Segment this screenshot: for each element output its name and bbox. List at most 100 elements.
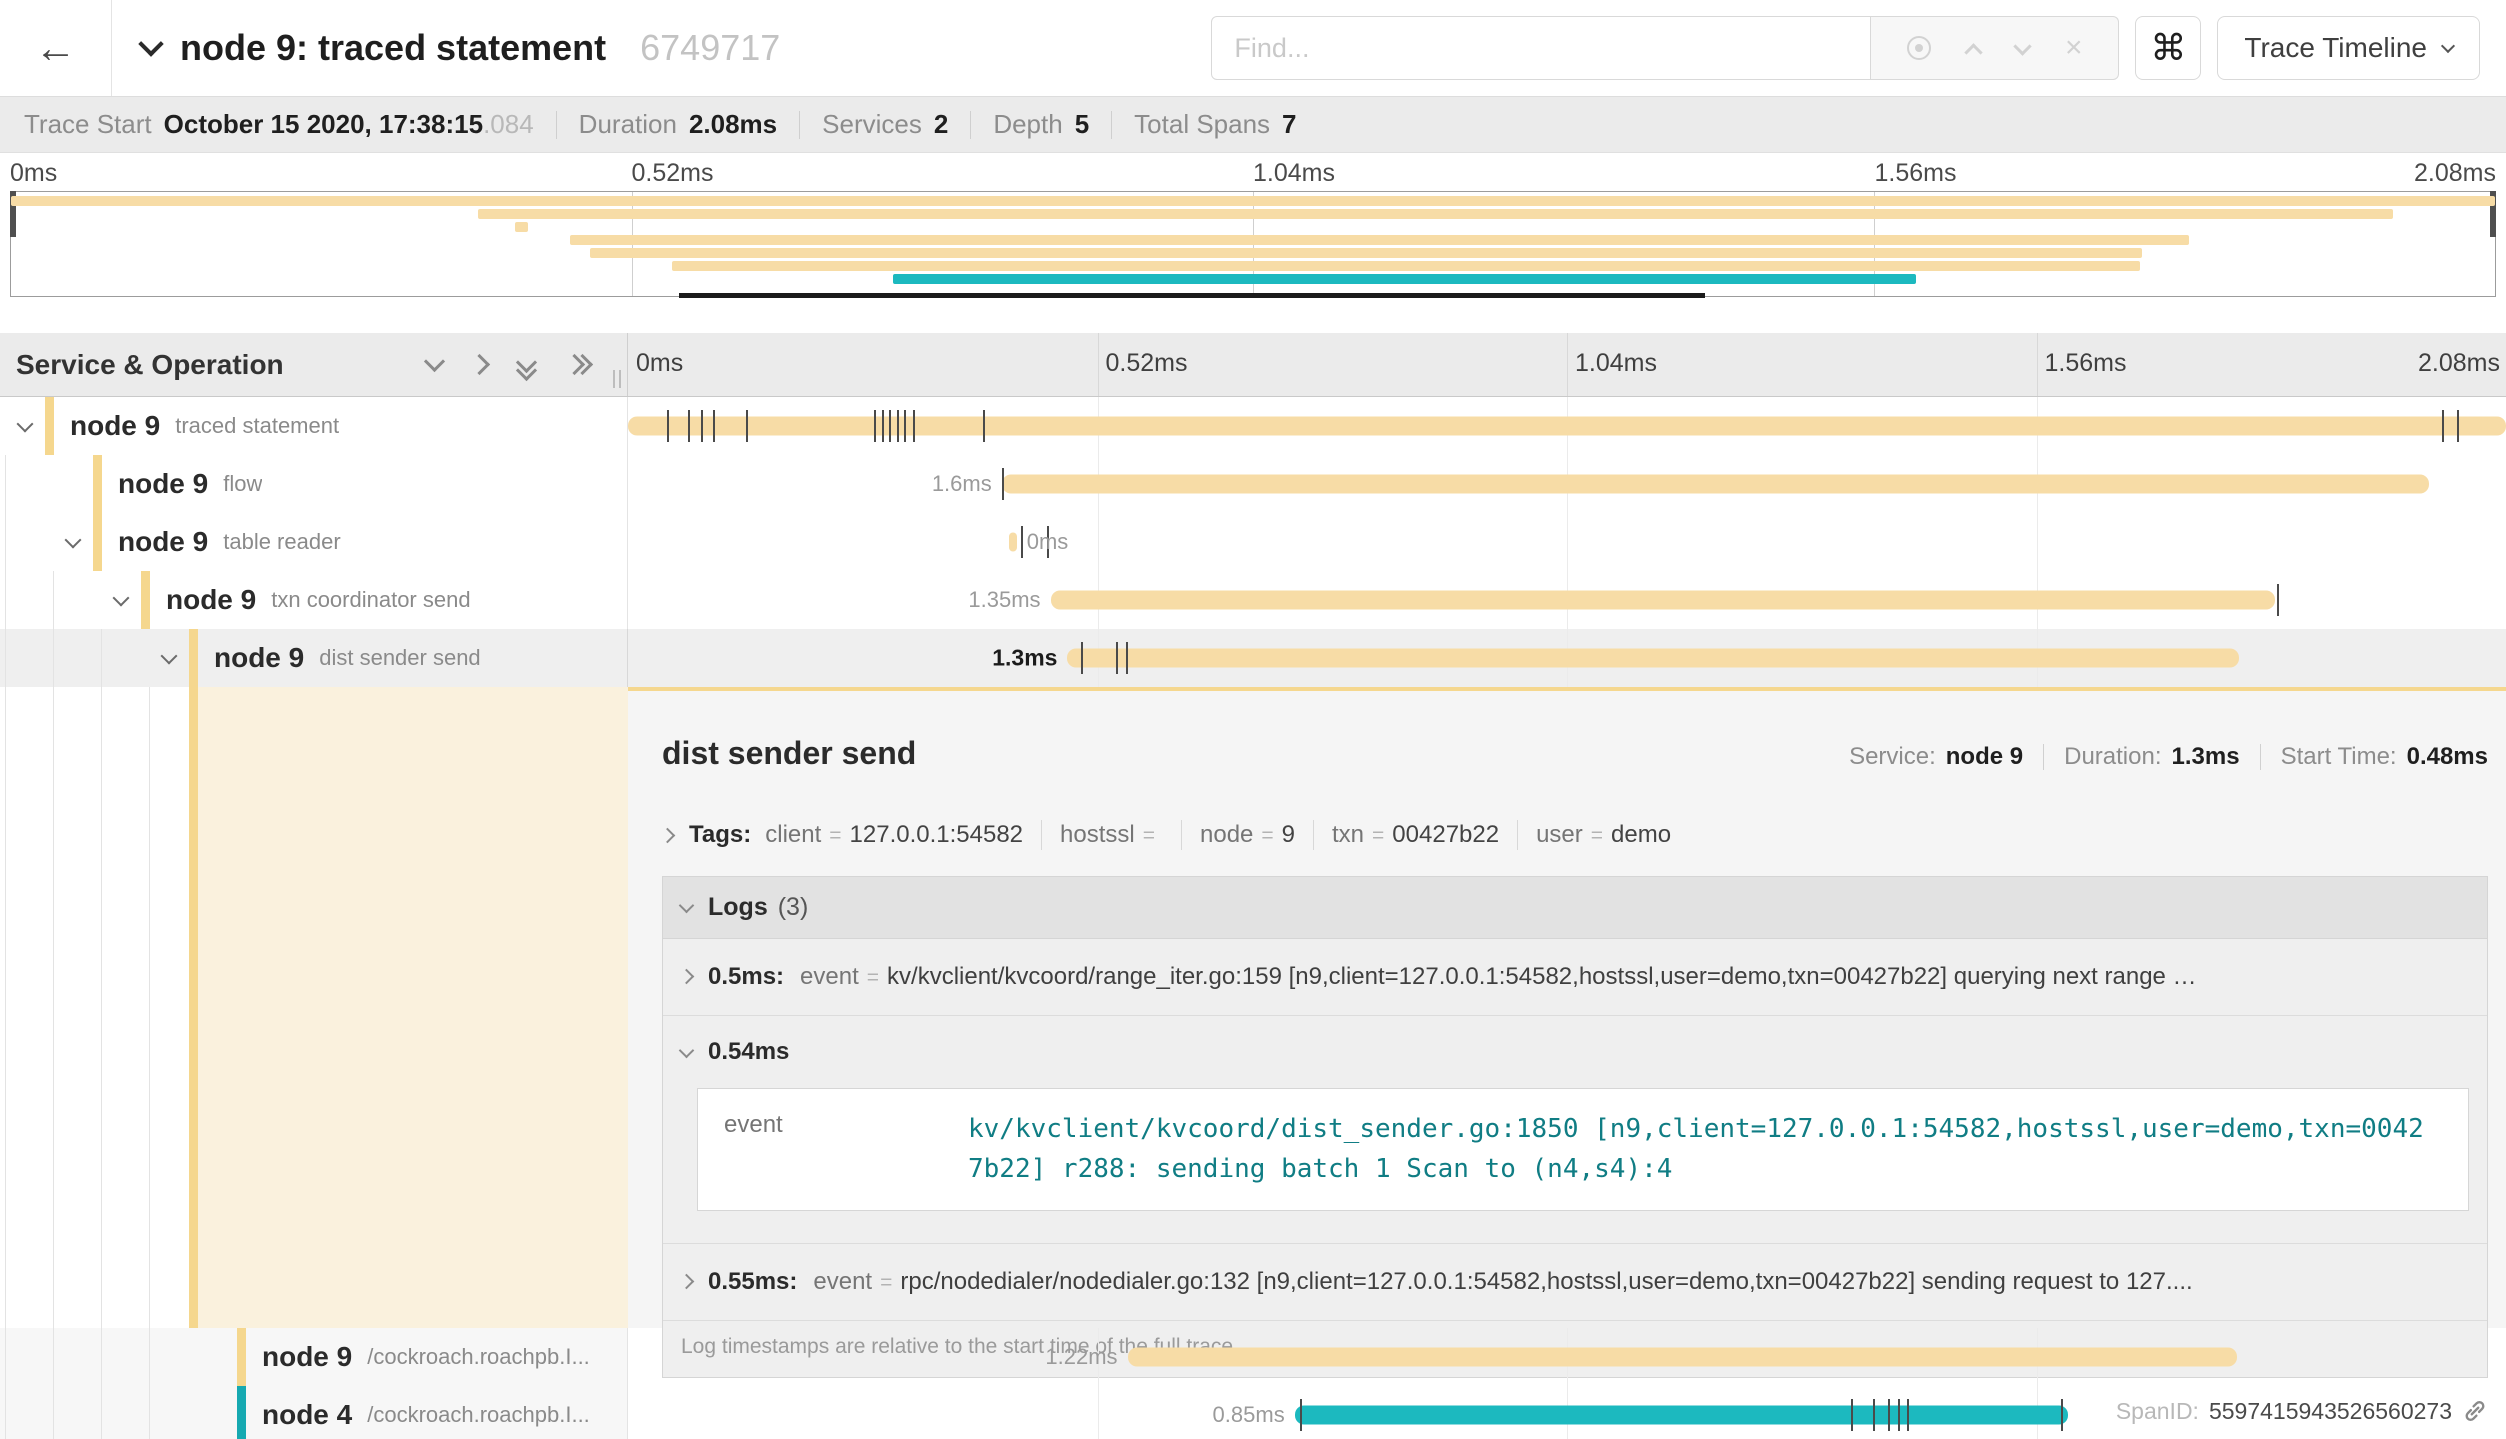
minimap-span-bar [515, 222, 527, 232]
chevron-down-icon [65, 531, 82, 548]
tag-separator [1181, 820, 1182, 850]
span-duration-label: 0ms [1027, 529, 1069, 555]
span-row-name-cell[interactable]: node 9traced statement [0, 397, 628, 455]
tree-chevron-slot[interactable] [5, 423, 45, 430]
chevron-down-icon [679, 898, 695, 914]
log-field-key: event [800, 963, 859, 991]
span-service-name: node 9 [70, 410, 160, 442]
logs-header[interactable]: Logs(3) [663, 877, 2487, 939]
meta-value: 1.3ms [2172, 743, 2240, 771]
span-color-strip [237, 1386, 246, 1439]
collapse-all-icon[interactable] [517, 355, 537, 375]
minimap-tick-label: 1.56ms [1875, 159, 1957, 188]
tree-chevron-slot[interactable] [101, 597, 141, 604]
span-bar[interactable] [1295, 1406, 2069, 1425]
tag-value: 00427b22 [1392, 821, 1499, 849]
nav-controls: × ⌘ Trace Timeline [1211, 0, 2480, 96]
tree-indent-guide [53, 1386, 101, 1439]
trace-info-label: Trace Start [24, 109, 152, 139]
tags-row[interactable]: Tags:client=127.0.0.1:54582hostssl=node=… [662, 820, 2488, 850]
span-row[interactable]: node 9traced statement [0, 397, 2506, 455]
span-color-strip [189, 629, 198, 687]
span-row-track[interactable]: 1.3ms [628, 629, 2506, 687]
span-bar[interactable] [1067, 649, 2239, 668]
span-log-tick [667, 410, 669, 442]
span-row-track[interactable]: 0ms [628, 513, 2506, 571]
trace-info-label: Services [822, 109, 922, 139]
span-row-name-inner: node 4/cockroach.roachpb.I... [0, 1386, 627, 1439]
span-color-strip [45, 397, 54, 455]
tree-indent-guide [149, 687, 150, 1328]
span-row[interactable]: node 9/cockroach.roachpb.I...1.22ms [0, 1328, 2506, 1386]
span-service-name: node 9 [166, 584, 256, 616]
back-button[interactable]: ← [0, 0, 112, 96]
top-nav: ← node 9: traced statement 6749717 × ⌘ T [0, 0, 2506, 96]
span-row-track[interactable]: 1.35ms [628, 571, 2506, 629]
expand-all-icon[interactable] [567, 355, 587, 375]
span-row[interactable]: node 9 txn coordinator send 1.35ms [0, 571, 2506, 629]
span-row-track[interactable]: 0.85ms [628, 1386, 2506, 1439]
span-log-tick [1300, 1399, 1302, 1431]
clear-search-icon[interactable]: × [2065, 33, 2083, 63]
span-log-tick [2061, 1399, 2063, 1431]
log-entry[interactable]: 0.55ms:event=rpc/nodedialer/nodedialer.g… [663, 1244, 2487, 1321]
minimap-canvas[interactable] [10, 191, 2496, 297]
span-bar[interactable] [1128, 1348, 2238, 1367]
prev-result-chevron-icon[interactable] [1965, 43, 1983, 61]
span-row[interactable]: node 9flow1.6ms [0, 455, 2506, 513]
span-row-name-cell[interactable]: node 9flow [0, 455, 628, 513]
span-log-tick [2277, 584, 2279, 616]
span-operation-name: txn coordinator send [271, 587, 470, 613]
column-resize-grip[interactable] [613, 370, 621, 388]
span-detail-tint [198, 687, 628, 1328]
span-log-tick [904, 410, 906, 442]
span-row-name-cell[interactable]: node 9table reader [0, 513, 628, 571]
span-row-name-cell[interactable]: node 9dist sender send [0, 629, 628, 687]
span-row[interactable]: node 9table reader 0ms [0, 513, 2506, 571]
span-log-tick [1126, 642, 1128, 674]
span-row-name-cell[interactable]: node 9 txn coordinator send [0, 571, 628, 629]
span-bar[interactable] [628, 417, 2506, 436]
log-timestamp: 0.54ms [708, 1038, 789, 1066]
span-row[interactable]: node 9dist sender send1.3ms [0, 629, 2506, 687]
tree-indent-guide [5, 1328, 53, 1386]
collapse-trace-chevron-icon[interactable] [138, 31, 163, 56]
expand-one-icon[interactable] [469, 354, 490, 375]
trace-info-suffix: .084 [483, 109, 534, 139]
trace-title-group[interactable]: node 9: traced statement 6749717 [142, 27, 780, 69]
span-service-name: node 9 [214, 642, 304, 674]
log-entry[interactable]: 0.5ms:event=kv/kvclient/kvcoord/range_it… [663, 939, 2487, 1016]
span-bar[interactable] [1051, 591, 2275, 610]
minimap-span-row [11, 260, 2495, 273]
span-bar[interactable] [1002, 475, 2429, 494]
trace-info-item: Services2 [822, 109, 948, 140]
span-row-name-cell[interactable]: node 9/cockroach.roachpb.I... [0, 1328, 628, 1386]
log-entry-header[interactable]: 0.54ms [681, 1038, 2469, 1066]
meta-separator [2260, 744, 2261, 770]
collapse-one-icon[interactable] [424, 351, 445, 372]
timeline-gridline [1098, 1386, 1099, 1439]
span-log-tick [688, 410, 690, 442]
timeline-tick-label: 0.52ms [1098, 349, 1188, 378]
span-row-track[interactable] [628, 397, 2506, 455]
trace-view-select[interactable]: Trace Timeline [2217, 16, 2480, 80]
span-row[interactable]: node 4/cockroach.roachpb.I...0.85ms [0, 1386, 2506, 1439]
span-log-tick [874, 410, 876, 442]
chevron-down-icon [17, 415, 34, 432]
span-service-name: node 9 [262, 1341, 352, 1373]
keyboard-shortcuts-button[interactable]: ⌘ [2135, 16, 2201, 80]
tree-chevron-slot[interactable] [149, 655, 189, 662]
span-operation-name: flow [223, 471, 262, 497]
find-input[interactable] [1211, 16, 1871, 80]
tree-chevron-slot[interactable] [53, 539, 93, 546]
timeline-gridline [1098, 513, 1099, 571]
span-row-track[interactable]: 1.6ms [628, 455, 2506, 513]
span-row-track[interactable]: 1.22ms [628, 1328, 2506, 1386]
next-result-chevron-icon[interactable] [2013, 37, 2031, 55]
locate-icon[interactable] [1907, 36, 1931, 60]
timeline-gridline [2037, 513, 2038, 571]
span-bar[interactable] [1009, 533, 1017, 552]
minimap-tick-label: 1.04ms [1253, 159, 1335, 188]
span-row-name-cell[interactable]: node 4/cockroach.roachpb.I... [0, 1386, 628, 1439]
tree-indent-guide [149, 1328, 197, 1386]
